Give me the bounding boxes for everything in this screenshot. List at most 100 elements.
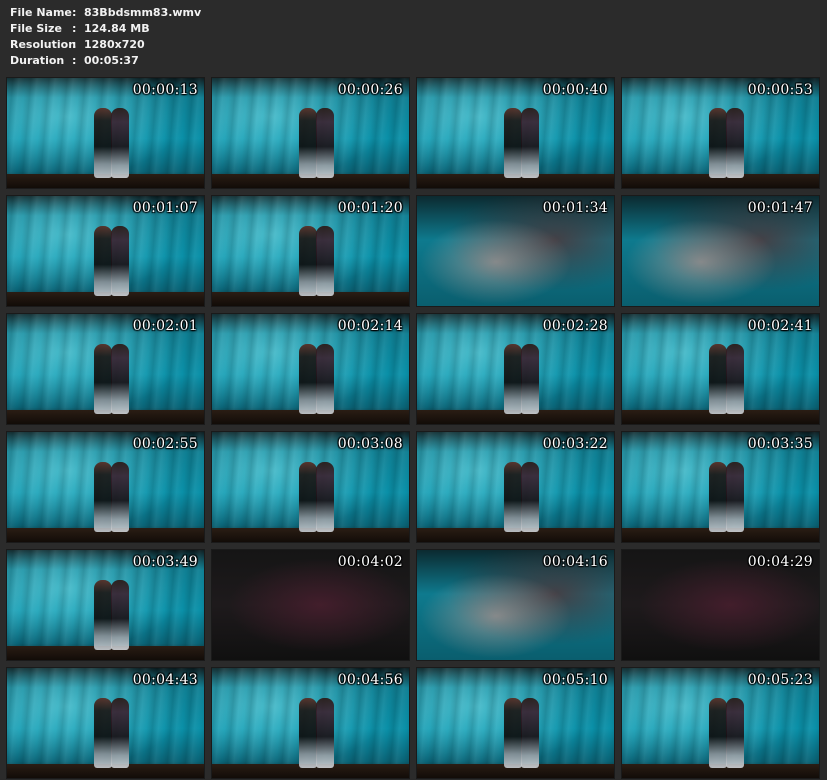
video-thumbnail[interactable]: 00:01:47 (621, 195, 820, 307)
video-thumbnail[interactable]: 00:05:10 (416, 667, 615, 779)
video-thumbnail[interactable]: 00:05:23 (621, 667, 820, 779)
video-thumbnail[interactable]: 00:02:01 (6, 313, 205, 425)
thumbnail-timestamp: 00:04:02 (337, 554, 403, 570)
person-figure (298, 698, 317, 768)
person-figure (93, 462, 112, 532)
thumbnail-timestamp: 00:00:13 (132, 82, 198, 98)
person-figure (298, 108, 317, 178)
video-thumbnail[interactable]: 00:03:08 (211, 431, 410, 543)
person-figure (111, 226, 130, 296)
video-thumbnail[interactable]: 00:02:28 (416, 313, 615, 425)
video-thumbnail[interactable]: 00:00:26 (211, 77, 410, 189)
duration-row: Duration : 00:05:37 (10, 53, 201, 69)
thumbnail-timestamp: 00:04:16 (542, 554, 608, 570)
person-figure (503, 108, 522, 178)
thumbnail-timestamp: 00:03:22 (542, 436, 608, 452)
person-figure (93, 226, 112, 296)
video-thumbnail[interactable]: 00:03:49 (6, 549, 205, 661)
video-thumbnail[interactable]: 00:04:16 (416, 549, 615, 661)
thumbnail-timestamp: 00:00:40 (542, 82, 608, 98)
person-figure (316, 108, 335, 178)
video-thumbnail[interactable]: 00:01:07 (6, 195, 205, 307)
separator: : (72, 22, 77, 35)
file-size-row: File Size : 124.84 MB (10, 21, 201, 37)
thumbnail-timestamp: 00:02:55 (132, 436, 198, 452)
person-figure (503, 698, 522, 768)
person-figure (316, 698, 335, 768)
duration-label: Duration (10, 54, 65, 67)
video-thumbnail[interactable]: 00:04:02 (211, 549, 410, 661)
video-thumbnail[interactable]: 00:01:20 (211, 195, 410, 307)
resolution-value: 1280x720 (84, 38, 145, 51)
person-figure (521, 108, 540, 178)
thumbnail-timestamp: 00:04:56 (337, 672, 403, 688)
thumbnail-timestamp: 00:01:20 (337, 200, 403, 216)
thumbnail-timestamp: 00:05:10 (542, 672, 608, 688)
person-figure (708, 108, 727, 178)
video-thumbnail[interactable]: 00:04:29 (621, 549, 820, 661)
thumbnail-timestamp: 00:03:49 (132, 554, 198, 570)
file-name-value: 83Bbdsmm83.wmv (84, 6, 202, 19)
person-figure (93, 108, 112, 178)
person-figure (726, 344, 745, 414)
thumbnail-grid: 00:00:13 00:00:26 00:00:40 00:00:53 00:01:07… (6, 77, 820, 779)
video-thumbnail[interactable]: 00:00:13 (6, 77, 205, 189)
person-figure (298, 226, 317, 296)
thumbnail-timestamp: 00:01:47 (747, 200, 813, 216)
person-figure (111, 698, 130, 768)
separator: : (72, 38, 77, 51)
thumbnail-timestamp: 00:05:23 (747, 672, 813, 688)
resolution-row: Resolution : 1280x720 (10, 37, 201, 53)
person-figure (708, 462, 727, 532)
person-figure (111, 344, 130, 414)
video-thumbnail[interactable]: 00:02:55 (6, 431, 205, 543)
thumbnail-timestamp: 00:02:28 (542, 318, 608, 334)
thumbnail-timestamp: 00:01:07 (132, 200, 198, 216)
separator: : (72, 54, 77, 67)
thumbnail-timestamp: 00:04:29 (747, 554, 813, 570)
person-figure (316, 344, 335, 414)
video-thumbnail[interactable]: 00:02:41 (621, 313, 820, 425)
video-thumbnail[interactable]: 00:03:35 (621, 431, 820, 543)
video-thumbnail[interactable]: 00:03:22 (416, 431, 615, 543)
separator: : (72, 6, 77, 19)
person-figure (93, 580, 112, 650)
file-size-label: File Size (10, 22, 62, 35)
thumbnail-timestamp: 00:01:34 (542, 200, 608, 216)
thumbnail-timestamp: 00:03:35 (747, 436, 813, 452)
person-figure (726, 462, 745, 532)
person-figure (111, 462, 130, 532)
file-name-label: File Name (10, 6, 72, 19)
thumbnail-timestamp: 00:02:01 (132, 318, 198, 334)
person-figure (521, 344, 540, 414)
resolution-label: Resolution (10, 38, 77, 51)
person-figure (521, 462, 540, 532)
file-name-row: File Name : 83Bbdsmm83.wmv (10, 5, 201, 21)
person-figure (298, 344, 317, 414)
video-thumbnail[interactable]: 00:00:53 (621, 77, 820, 189)
person-figure (111, 580, 130, 650)
person-figure (726, 698, 745, 768)
thumbnail-timestamp: 00:02:41 (747, 318, 813, 334)
person-figure (93, 698, 112, 768)
video-thumbnail[interactable]: 00:04:43 (6, 667, 205, 779)
person-figure (316, 226, 335, 296)
person-figure (111, 108, 130, 178)
person-figure (503, 344, 522, 414)
video-thumbnail[interactable]: 00:02:14 (211, 313, 410, 425)
thumbnail-timestamp: 00:00:53 (747, 82, 813, 98)
person-figure (726, 108, 745, 178)
person-figure (298, 462, 317, 532)
file-info-header: File Name : 83Bbdsmm83.wmv File Size : 1… (10, 5, 201, 69)
person-figure (316, 462, 335, 532)
video-thumbnail[interactable]: 00:00:40 (416, 77, 615, 189)
person-figure (708, 698, 727, 768)
video-thumbnail[interactable]: 00:04:56 (211, 667, 410, 779)
thumbnail-timestamp: 00:04:43 (132, 672, 198, 688)
video-thumbnail[interactable]: 00:01:34 (416, 195, 615, 307)
duration-value: 00:05:37 (84, 54, 139, 67)
thumbnail-timestamp: 00:00:26 (337, 82, 403, 98)
person-figure (503, 462, 522, 532)
person-figure (521, 698, 540, 768)
person-figure (93, 344, 112, 414)
